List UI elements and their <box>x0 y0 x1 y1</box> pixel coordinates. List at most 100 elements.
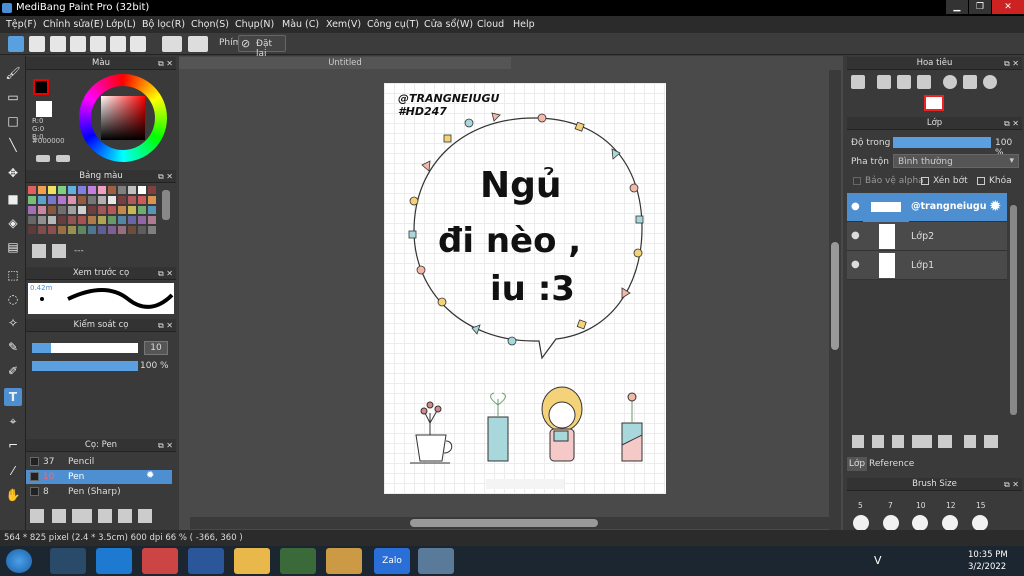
layer-row-trangneiugu[interactable]: ● @trangneiugu ✹ <box>847 193 1007 222</box>
clock-time[interactable]: 10:35 PM <box>968 550 1008 560</box>
media-player-icon[interactable] <box>142 548 178 574</box>
palette-swatch[interactable] <box>38 186 46 194</box>
document-icon[interactable] <box>70 36 86 52</box>
lock-checkbox[interactable] <box>977 177 985 185</box>
palette-swatch[interactable] <box>98 216 106 224</box>
palette-swatch[interactable] <box>58 186 66 194</box>
color-option-icon[interactable] <box>36 155 50 162</box>
start-button[interactable] <box>6 549 32 573</box>
palette-swatch[interactable] <box>28 226 36 234</box>
palette-swatch[interactable] <box>78 216 86 224</box>
menu-edit[interactable]: Chỉnh sửa(E) <box>43 16 104 33</box>
background-color-swatch[interactable] <box>36 101 52 117</box>
panel-close-icon[interactable]: ⧉ ✕ <box>158 170 173 183</box>
color-eyedrop-icon[interactable] <box>56 155 70 162</box>
palette-swatch[interactable] <box>78 206 86 214</box>
palette-swatch[interactable] <box>68 226 76 234</box>
page-icon[interactable] <box>90 36 106 52</box>
layer-scrollbar[interactable] <box>1009 201 1019 427</box>
operation-tool-icon[interactable]: ⌖ <box>4 412 22 430</box>
internet-explorer-icon[interactable] <box>96 548 132 574</box>
layer-row-lop2[interactable]: ● Lớp2 <box>847 222 1007 251</box>
menu-file[interactable]: Tệp(F) <box>6 16 37 33</box>
palette-swatch[interactable] <box>88 206 96 214</box>
palette-swatch[interactable] <box>88 216 96 224</box>
new-halftone-layer-icon[interactable] <box>872 435 884 448</box>
menu-layer[interactable]: Lớp(L) <box>106 16 136 33</box>
palette-swatch[interactable] <box>108 206 116 214</box>
list-icon[interactable] <box>110 36 126 52</box>
palette-swatch[interactable] <box>38 216 46 224</box>
clock-date[interactable]: 3/2/2022 <box>968 562 1006 572</box>
tab-layer[interactable]: Lớp <box>847 457 867 471</box>
move-tool-icon[interactable]: ✥ <box>4 164 22 182</box>
hand-tool-icon[interactable]: ✋ <box>4 486 22 504</box>
medibang-icon[interactable] <box>418 548 454 574</box>
palette-swatch[interactable] <box>68 186 76 194</box>
navigator-thumbnail[interactable] <box>924 95 944 111</box>
menu-help[interactable]: Help <box>513 16 535 33</box>
palette-swatch[interactable] <box>108 196 116 204</box>
taskbar-app-icon[interactable] <box>50 548 86 574</box>
brush-size-dot[interactable] <box>972 515 988 531</box>
zoom-out-icon[interactable] <box>917 75 931 89</box>
palette-swatch[interactable] <box>118 196 126 204</box>
palette-swatch[interactable] <box>38 196 46 204</box>
gear-icon[interactable]: ✹ <box>146 470 154 481</box>
palette-swatch[interactable] <box>88 226 96 234</box>
zalo-icon[interactable]: Zalo <box>374 548 410 574</box>
brush-folder-icon[interactable] <box>118 509 132 523</box>
palette-swatches[interactable] <box>28 186 158 240</box>
palette-swatch[interactable] <box>28 196 36 204</box>
palette-swatch[interactable] <box>138 206 146 214</box>
panel-close-icon[interactable]: ⧉ ✕ <box>158 439 173 452</box>
language-indicator[interactable]: V <box>874 554 882 567</box>
panel-close-icon[interactable]: ⧉ ✕ <box>158 57 173 70</box>
taskbar-app-icon[interactable] <box>280 548 316 574</box>
horizontal-scrollbar[interactable] <box>190 517 830 529</box>
menu-tools[interactable]: Công cụ(T) <box>367 16 419 33</box>
palette-swatch[interactable] <box>58 206 66 214</box>
brush-size-dot[interactable] <box>853 515 869 531</box>
zoom-in-icon[interactable] <box>851 75 865 89</box>
select-eraser-tool-icon[interactable]: ✐ <box>4 362 22 380</box>
palette-swatch[interactable] <box>68 206 76 214</box>
gear-icon[interactable]: ✹ <box>989 197 1002 215</box>
palette-swatch[interactable] <box>78 226 86 234</box>
layer-row-lop1[interactable]: ● Lớp1 <box>847 251 1007 280</box>
fit-icon[interactable] <box>897 75 911 89</box>
chrome-icon[interactable] <box>326 548 362 574</box>
palette-swatch[interactable] <box>48 216 56 224</box>
brush-settings-icon[interactable] <box>98 509 112 523</box>
menu-color[interactable]: Màu (C) <box>282 16 319 33</box>
gradient-tool-icon[interactable]: ▤ <box>4 238 22 256</box>
word-icon[interactable] <box>188 548 224 574</box>
palette-swatch[interactable] <box>48 226 56 234</box>
undo-icon[interactable] <box>162 36 182 52</box>
palette-swatch[interactable] <box>148 206 156 214</box>
magic-wand-tool-icon[interactable]: ✧ <box>4 314 22 332</box>
line-tool-icon[interactable]: ╲ <box>4 136 22 154</box>
palette-swatch[interactable] <box>108 226 116 234</box>
palette-swatch[interactable] <box>138 186 146 194</box>
palette-swatch[interactable] <box>38 206 46 214</box>
palette-swatch[interactable] <box>118 206 126 214</box>
panel-close-icon[interactable]: ⧉ ✕ <box>1004 478 1019 491</box>
palette-swatch[interactable] <box>68 216 76 224</box>
palette-swatch[interactable] <box>98 226 106 234</box>
palette-swatch[interactable] <box>148 216 156 224</box>
panel-close-icon[interactable]: ⧉ ✕ <box>1004 57 1019 70</box>
palette-swatch[interactable] <box>28 186 36 194</box>
menu-filter[interactable]: Bộ lọc(R) <box>142 16 185 33</box>
palette-swatch[interactable] <box>58 216 66 224</box>
palette-swatch[interactable] <box>108 186 116 194</box>
layer-menu-icon[interactable] <box>912 435 932 448</box>
palette-swatch[interactable] <box>58 226 66 234</box>
brush-menu-icon[interactable] <box>72 509 92 523</box>
close-button[interactable]: ✕ <box>992 0 1024 14</box>
menu-capture[interactable]: Chụp(N) <box>235 16 274 33</box>
palette-swatch[interactable] <box>138 226 146 234</box>
canvas-tab[interactable]: Untitled <box>179 57 511 69</box>
select-pen-tool-icon[interactable]: ✎ <box>4 338 22 356</box>
brush-item-pen-sharp[interactable]: 8 Pen (Sharp) <box>26 485 172 499</box>
